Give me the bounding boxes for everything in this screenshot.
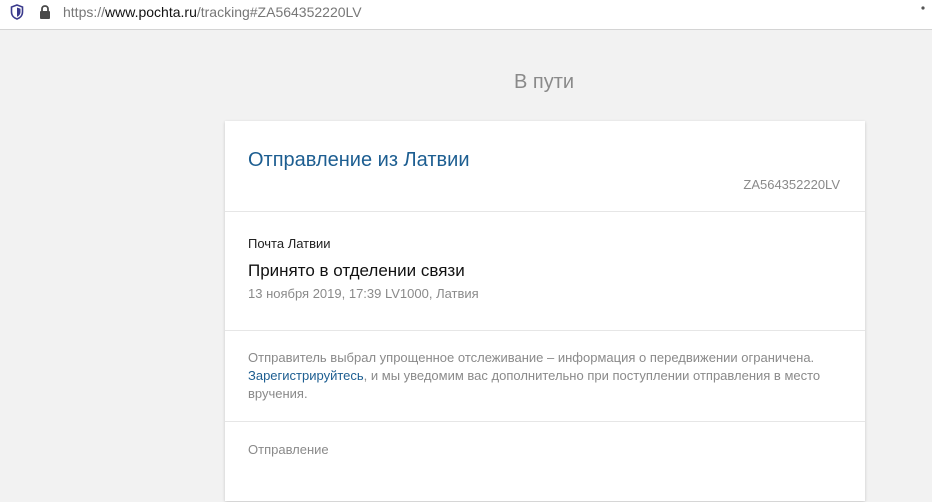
tracking-card: Отправление из Латвии ZA564352220LV Почт… xyxy=(225,121,865,501)
note-text: Отправитель выбрал упрощенное отслеживан… xyxy=(248,349,833,403)
event-operator: Почта Латвии xyxy=(248,236,331,251)
status-title: В пути xyxy=(513,71,575,93)
browser-address-bar[interactable]: https://www.pochta.ru/tracking#ZA5643522… xyxy=(0,0,932,30)
register-link[interactable]: Зарегистрируйтесь xyxy=(248,368,364,383)
event-details: 13 ноября 2019, 17:39 LV1000, Латвия xyxy=(248,286,479,301)
url-text[interactable]: https://www.pochta.ru/tracking#ZA5643522… xyxy=(63,4,362,20)
shipment-footer[interactable]: Отправление xyxy=(225,422,865,502)
shipment-header: Отправление из Латвии ZA564352220LV xyxy=(225,121,865,212)
url-domain: www.pochta.ru xyxy=(105,4,197,20)
menu-dots-icon[interactable] xyxy=(920,6,926,16)
shipment-title: Отправление из Латвии xyxy=(248,149,470,171)
tracking-note: Отправитель выбрал упрощенное отслеживан… xyxy=(225,331,865,422)
url-path: /tracking#ZA564352220LV xyxy=(196,4,362,20)
url-scheme: https:// xyxy=(63,4,106,20)
note-text-before: Отправитель выбрал упрощенное отслеживан… xyxy=(248,350,815,365)
tracking-event: Почта Латвии Принято в отделении связи 1… xyxy=(225,212,865,331)
lock-icon[interactable] xyxy=(38,4,52,20)
shield-icon[interactable] xyxy=(10,4,24,20)
shipment-section-label: Отправление xyxy=(248,442,329,457)
event-status: Принято в отделении связи xyxy=(248,261,465,280)
tracking-number: ZA564352220LV xyxy=(743,177,840,192)
